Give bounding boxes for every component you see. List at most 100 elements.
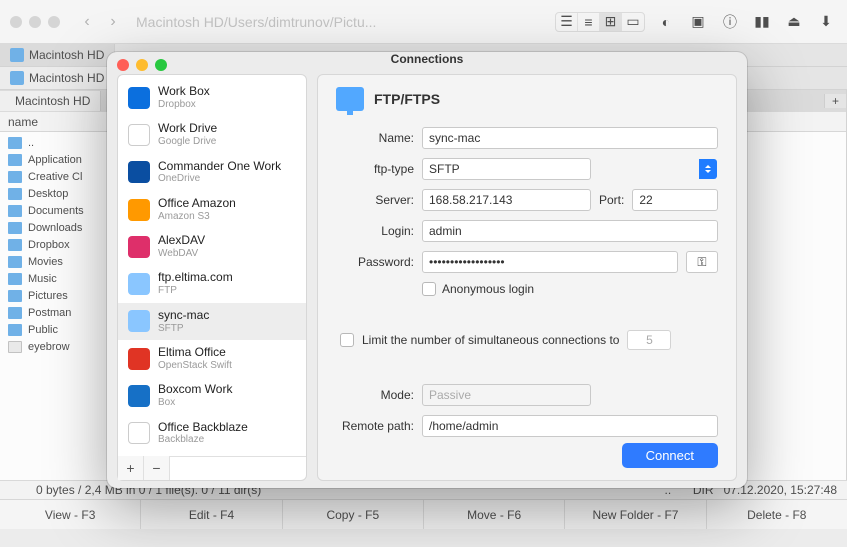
folder-icon (8, 341, 22, 353)
nav-forward-icon[interactable]: › (104, 13, 122, 31)
connection-subtitle: OneDrive (158, 173, 281, 185)
password-input[interactable] (422, 251, 678, 273)
close-icon[interactable] (117, 59, 129, 71)
connection-item[interactable]: Office BackblazeBackblaze (118, 415, 306, 452)
minimize-icon[interactable] (136, 59, 148, 71)
anonymous-checkbox[interactable]: Anonymous login (422, 282, 534, 296)
remove-connection-button[interactable]: − (144, 456, 170, 480)
fn-key[interactable]: Delete - F8 (707, 500, 847, 529)
connection-subtitle: Amazon S3 (158, 211, 236, 223)
connection-item[interactable]: AlexDAVWebDAV (118, 228, 306, 265)
pane-tab[interactable]: Macintosh HD (0, 91, 101, 111)
connection-subtitle: Box (158, 397, 232, 409)
fn-key[interactable]: New Folder - F7 (565, 500, 706, 529)
dialog-title-bar: Connections (107, 52, 747, 66)
top-tab[interactable]: Macintosh HD (0, 44, 115, 66)
file-name: Dropbox (28, 239, 70, 251)
connection-icon (128, 348, 150, 370)
connection-name: ftp.eltima.com (158, 271, 233, 285)
view-grid-icon[interactable]: ⊞ (600, 13, 622, 31)
connection-item[interactable]: Eltima OfficeOpenStack Swift (118, 340, 306, 377)
file-name: Creative Cl (28, 171, 82, 183)
folder-icon (8, 222, 22, 234)
file-name: eyebrow (28, 341, 70, 353)
connection-sidebar: Work BoxDropboxWork DriveGoogle DriveCom… (117, 74, 307, 481)
add-tab-button[interactable]: + (824, 94, 846, 108)
login-label: Login: (336, 224, 414, 238)
form-heading: FTP/FTPS (374, 91, 440, 107)
connection-item[interactable]: Office AmazonAmazon S3 (118, 191, 306, 228)
limit-checkbox[interactable] (340, 333, 354, 347)
hidden-icon[interactable]: ▣ (687, 13, 709, 31)
connection-item[interactable]: Commander One WorkOneDrive (118, 154, 306, 191)
fn-key[interactable]: View - F3 (0, 500, 141, 529)
folder-icon (8, 273, 22, 285)
limit-label: Limit the number of simultaneous connect… (362, 333, 619, 347)
server-input[interactable] (422, 189, 591, 211)
key-button[interactable]: ⚿ (686, 251, 718, 273)
file-name: Application (28, 154, 82, 166)
top-tab[interactable]: Macintosh HD (0, 67, 115, 89)
login-input[interactable] (422, 220, 718, 242)
file-name: Pictures (28, 290, 68, 302)
dialog-traffic-lights (117, 59, 167, 71)
download-icon[interactable]: ⬇ (815, 13, 837, 31)
connection-item[interactable]: Boxcom WorkBox (118, 377, 306, 414)
fn-key[interactable]: Copy - F5 (283, 500, 424, 529)
ftp-icon (336, 87, 364, 111)
remote-path-input[interactable] (422, 415, 718, 437)
connect-button[interactable]: Connect (622, 443, 718, 468)
view-gallery-icon[interactable]: ▭ (622, 13, 644, 31)
toggle-icon[interactable]: ◐ (655, 13, 677, 31)
connection-subtitle: SFTP (158, 323, 209, 335)
connection-list[interactable]: Work BoxDropboxWork DriveGoogle DriveCom… (118, 75, 306, 456)
connection-icon (128, 385, 150, 407)
connection-name: Eltima Office (158, 346, 232, 360)
disk-icon (10, 48, 24, 62)
password-label: Password: (336, 255, 414, 269)
connection-item[interactable]: sync-macSFTP (118, 303, 306, 340)
connection-item[interactable]: Work BoxDropbox (118, 79, 306, 116)
file-name: Music (28, 273, 57, 285)
view-list-icon[interactable]: ☰ (556, 13, 578, 31)
checkbox-icon (422, 282, 436, 296)
port-label: Port: (599, 193, 624, 207)
folder-icon (8, 154, 22, 166)
name-input[interactable] (422, 127, 718, 149)
traffic-lights (10, 16, 60, 28)
limit-value-input[interactable]: 5 (627, 330, 671, 350)
file-name: Desktop (28, 188, 68, 200)
connection-name: Office Amazon (158, 197, 236, 211)
eject-icon[interactable]: ⏏ (783, 13, 805, 31)
anonymous-label: Anonymous login (442, 282, 534, 296)
connection-icon (128, 310, 150, 332)
mode-select (422, 384, 591, 406)
fn-key[interactable]: Edit - F4 (141, 500, 282, 529)
add-connection-button[interactable]: + (118, 456, 144, 480)
window-titlebar: ‹ › Macintosh HD/Users/dimtrunov/Pictu..… (0, 0, 847, 44)
connection-item[interactable]: ftp.eltima.comFTP (118, 265, 306, 302)
file-name: Movies (28, 256, 63, 268)
file-name: .. (28, 137, 34, 149)
connection-name: Work Drive (158, 122, 217, 136)
connection-icon (128, 422, 150, 444)
info-icon[interactable]: ⓘ (719, 13, 741, 31)
connection-name: Boxcom Work (158, 383, 232, 397)
connection-subtitle: OpenStack Swift (158, 360, 232, 372)
port-input[interactable] (632, 189, 718, 211)
nav-back-icon[interactable]: ‹ (78, 13, 96, 31)
toolbar-icon[interactable]: ▮▮ (751, 13, 773, 31)
connection-icon (128, 87, 150, 109)
zoom-icon[interactable] (155, 59, 167, 71)
connection-subtitle: Dropbox (158, 99, 210, 111)
file-name: Public (28, 324, 58, 336)
folder-icon (8, 239, 22, 251)
view-columns-icon[interactable]: ≡ (578, 13, 600, 31)
connection-item[interactable]: Work DriveGoogle Drive (118, 116, 306, 153)
fn-key[interactable]: Move - F6 (424, 500, 565, 529)
folder-icon (8, 290, 22, 302)
chevron-updown-icon[interactable] (699, 159, 717, 179)
function-key-bar: View - F3Edit - F4Copy - F5Move - F6New … (0, 499, 847, 529)
folder-icon (8, 171, 22, 183)
ftp-type-select[interactable] (422, 158, 591, 180)
